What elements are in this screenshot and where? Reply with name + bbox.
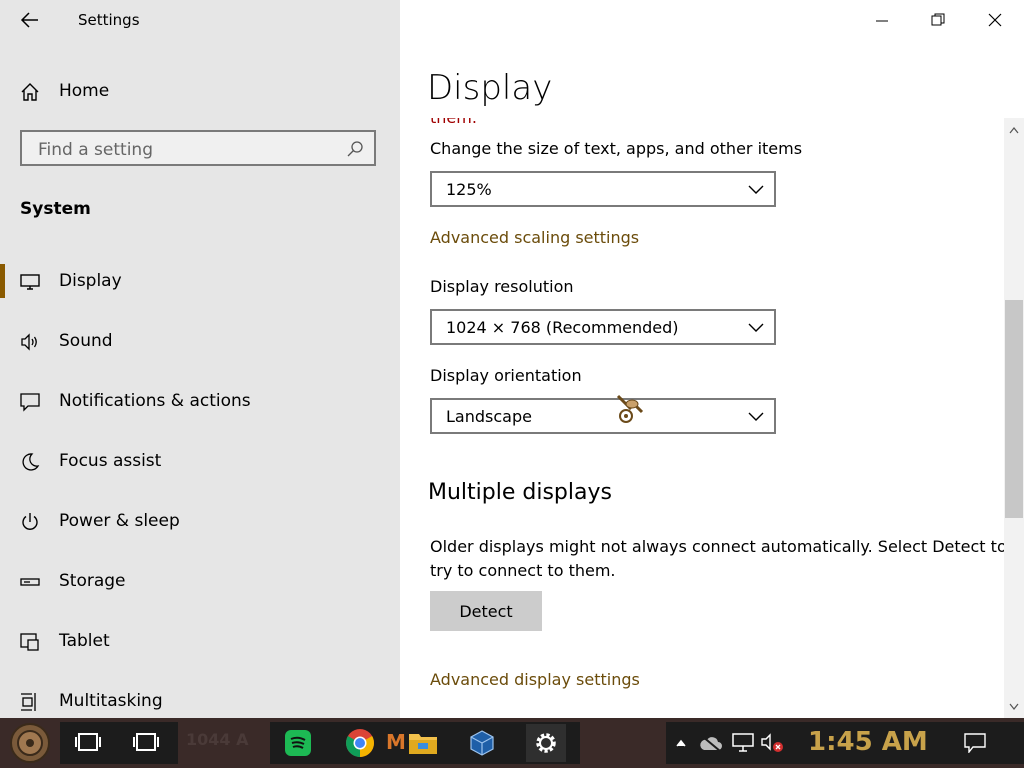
minimize-icon [876,20,888,22]
task-view-icon [133,733,159,751]
settings-taskbar-button[interactable] [526,724,566,762]
sidebar-item-label: Tablet [59,631,110,651]
gear-icon [536,733,556,753]
network-tray-button[interactable] [730,730,756,756]
virtualbox-taskbar-button[interactable] [464,724,500,762]
sidebar-item-label: Power & sleep [59,511,180,531]
spotify-taskbar-button[interactable] [280,724,316,762]
task-view-icon [75,733,101,751]
sidebar-item-home[interactable]: Home [0,70,400,114]
spotify-icon [285,730,311,756]
monitor-icon [20,274,40,290]
sidebar-item-label: Display [59,271,122,291]
chevron-down-icon [748,185,764,194]
scale-label: Change the size of text, apps, and other… [430,139,803,158]
storage-icon [20,578,40,586]
mouse-cursor-icon [616,394,644,423]
sidebar-item-label: Sound [59,331,113,351]
home-icon [21,83,39,101]
back-button[interactable] [14,6,46,34]
sidebar-item-sound[interactable]: Sound [0,320,400,364]
chrome-icon [346,729,374,757]
search-icon [347,141,363,157]
orientation-value: Landscape [446,407,532,426]
file-explorer-taskbar-button[interactable] [404,724,442,762]
sidebar-item-tablet[interactable]: Tablet [0,620,400,664]
resolution-label: Display resolution [430,277,574,296]
sidebar-item-label: Home [59,81,110,101]
action-center-button[interactable] [960,728,990,758]
resolution-value: 1024 × 768 (Recommended) [446,318,679,337]
start-button[interactable] [8,721,52,765]
speaker-icon [21,333,37,351]
chevron-down-icon [1009,703,1019,710]
orientation-dropdown[interactable]: Landscape [430,398,776,434]
scale-value: 125% [446,180,492,199]
chevron-up-icon [676,739,686,747]
multiple-displays-description-line-1: Older displays might not always connect … [430,537,1007,556]
taskbar-clock[interactable]: 1:45 AM [808,727,928,757]
scroll-down-button[interactable] [1004,698,1024,718]
settings-sidebar: Settings Home System Display Sound [0,0,400,718]
clipped-text: them. [430,118,990,128]
sidebar-item-label: Storage [59,571,126,591]
sidebar-item-label: Notifications & actions [59,391,251,411]
tablet-icon [20,633,39,651]
close-icon [988,13,1002,27]
scale-dropdown[interactable]: 125% [430,171,776,207]
advanced-scaling-link[interactable]: Advanced scaling settings [430,228,639,247]
sidebar-item-label: Multitasking [59,691,163,711]
taskbar-ghost-letter: M [386,730,406,754]
sidebar-item-storage[interactable]: Storage [0,560,400,604]
moon-icon [22,453,40,471]
restore-icon [931,13,945,26]
scrollbar-thumb[interactable] [1005,300,1023,518]
search-input[interactable] [36,138,340,162]
cloud-offline-icon [700,735,722,752]
resolution-dropdown[interactable]: 1024 × 768 (Recommended) [430,309,776,345]
chrome-taskbar-button[interactable] [342,724,378,762]
close-button[interactable] [975,4,1015,36]
tray-overflow-button[interactable] [672,730,690,756]
scroll-up-button[interactable] [1004,120,1024,140]
multitasking-icon [21,693,36,711]
chevron-down-icon [748,323,764,332]
search-box[interactable] [20,130,376,166]
detect-button-label: Detect [459,602,513,621]
multiple-displays-heading: Multiple displays [428,480,612,505]
sidebar-item-display[interactable]: Display [0,260,400,304]
window-title: Settings [78,11,140,29]
multiple-displays-description-line-2: try to connect to them. [430,561,616,580]
speaker-muted-icon [761,733,783,752]
start-orb-icon [10,723,50,763]
sidebar-item-notifications[interactable]: Notifications & actions [0,380,400,424]
taskbar: 1044 A M 1:45 AM [0,718,1024,768]
notification-icon [20,393,40,412]
task-view-button[interactable] [72,726,104,758]
chevron-down-icon [748,412,764,421]
back-arrow-icon [20,12,38,28]
notification-icon [964,733,986,753]
folder-icon [409,734,437,754]
orientation-label: Display orientation [430,366,582,385]
taskbar-ghost-text: 1044 A [186,730,249,749]
onedrive-tray-button[interactable] [698,730,724,756]
restore-button[interactable] [918,4,958,36]
detect-button[interactable]: Detect [430,591,542,631]
virtualbox-icon [470,730,494,756]
sidebar-item-focus-assist[interactable]: Focus assist [0,440,400,484]
minimize-button[interactable] [862,4,902,36]
sidebar-item-power-sleep[interactable]: Power & sleep [0,500,400,544]
section-label: System [20,199,91,219]
task-view-button-2[interactable] [130,726,162,758]
power-icon [22,513,38,530]
page-title: Display [427,68,553,108]
chevron-up-icon [1009,127,1019,134]
volume-tray-button[interactable] [760,730,786,756]
sidebar-item-label: Focus assist [59,451,162,471]
network-icon [732,733,754,752]
selection-indicator [0,264,5,298]
advanced-display-link[interactable]: Advanced display settings [430,670,640,689]
